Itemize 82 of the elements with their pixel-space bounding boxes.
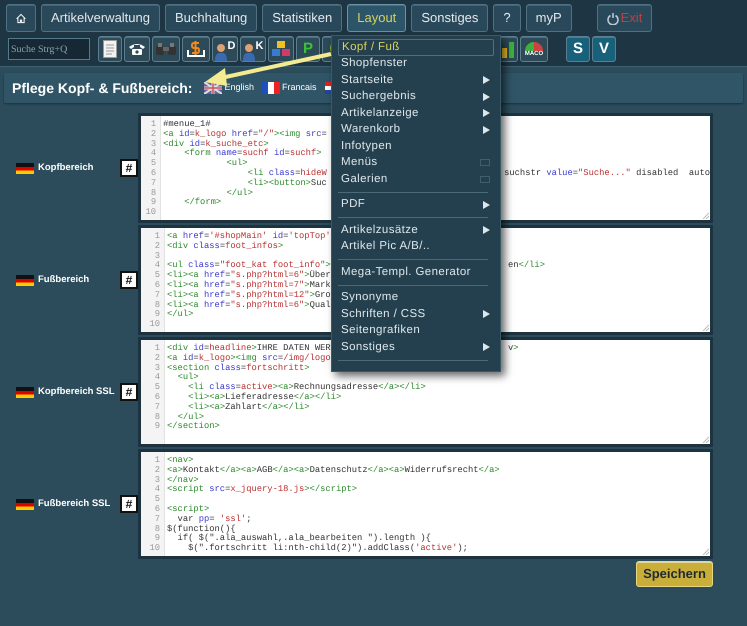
line-number: 5 — [154, 495, 160, 505]
code-line: </ul> — [178, 412, 204, 422]
code-line: <a href='#shopMain' id='topTop' — [167, 231, 331, 241]
code-line: <nav> — [167, 455, 194, 465]
code-line: #menue_1# — [163, 119, 211, 129]
code-line: <li><a>Lieferadresse</a></li> — [187, 392, 342, 402]
section-label: Fußbereich SSL — [38, 496, 112, 511]
line-number: 1 — [154, 232, 160, 242]
code-line: <li class=active><a>Rechnungsadresse</a></li> — [187, 382, 426, 392]
code-line: <div id=headline>IHRE DATEN WER — [167, 343, 331, 353]
line-number: 5 — [154, 271, 160, 281]
line-number: 9 — [154, 534, 160, 544]
code-line: <a>Kontakt</a><a>AGB</a><a>Datenschutz</a><a>Widerrufsrecht</a> — [167, 464, 500, 475]
section-label: Fußbereich — [38, 272, 90, 287]
code-line: $(".fortschritt li:nth-child(2)").addClass('active'); — [187, 543, 468, 554]
line-number: 9 — [154, 422, 160, 432]
code-line: $(function(){ — [167, 524, 236, 534]
line-number: 3 — [150, 140, 156, 149]
code-line: en</li> — [508, 260, 545, 270]
line-number: 2 — [154, 354, 160, 364]
line-number: 4 — [154, 485, 160, 495]
code-line: <section class=fortschritt> — [167, 362, 310, 373]
line-number: 8 — [154, 300, 160, 310]
line-number: 1 — [154, 344, 160, 354]
line-number: 1 — [154, 456, 160, 466]
line-number: 3 — [154, 364, 160, 373]
line-number: 7 — [154, 514, 160, 525]
code-line: <a id=k_logo><img src=/img/logo — [167, 352, 331, 363]
line-number: 5 — [154, 383, 160, 393]
code-line: </form> — [183, 197, 222, 208]
section-label: Kopfbereich SSL — [38, 384, 116, 399]
line-number: 1 — [150, 120, 156, 130]
code-line: </section> — [167, 421, 220, 432]
section-label: Kopfbereich — [38, 160, 94, 175]
code-line: <ul class="foot_kat foot_info"> — [167, 260, 331, 270]
code-line: <div id=k_suche_etc> — [163, 138, 269, 149]
line-number: 3 — [154, 476, 160, 485]
code-line: if( $(".ala_auswahl,.ala_bearbeiten ").length ){ — [176, 533, 431, 544]
code-line: <li class=hideW — [246, 168, 327, 178]
page-title: Pflege Kopf- & Fußbereich: — [12, 78, 192, 98]
line-number: 4 — [150, 149, 156, 159]
code-line: <li><button>Suc — [247, 178, 327, 188]
code-line: <li><a href="s.php?html=6">Über — [167, 270, 331, 280]
line-number: 2 — [154, 466, 160, 476]
line-number: 4 — [154, 261, 160, 271]
code-line: <div class=foot_infos> — [167, 240, 284, 251]
code-line: <li><a>Zahlart</a></li> — [187, 402, 310, 412]
line-number: 6 — [154, 280, 160, 291]
line-number: 6 — [150, 168, 156, 179]
line-number: 10 — [146, 208, 156, 218]
line-number: 8 — [154, 524, 160, 534]
code-line: <ul> — [176, 372, 199, 382]
line-number: 4 — [154, 373, 160, 383]
code-line: <script src=x_jquery-18.js></script> — [167, 484, 358, 494]
code-line: </ul> — [225, 188, 253, 198]
code-line: </nav> — [167, 474, 199, 485]
code-line: <li><a href="s.php?html=7">Mark — [167, 280, 331, 290]
line-number: 10 — [149, 544, 160, 554]
line-number: 10 — [149, 320, 160, 330]
line-number: 2 — [154, 242, 160, 252]
line-number: 6 — [154, 504, 160, 515]
code-line: <a id=k_logo href="/"><img src= — [163, 128, 327, 139]
code-line: suchstr value="Suche..." disabled auto — [504, 168, 710, 178]
line-number: 9 — [154, 310, 160, 320]
line-number: 8 — [150, 188, 156, 198]
line-number: 7 — [154, 402, 160, 413]
line-number: 2 — [150, 130, 156, 140]
code-line: v> — [508, 343, 519, 353]
code-line: <li><a href="s.php?html=6">Qual — [167, 300, 331, 310]
line-number: 9 — [150, 198, 156, 208]
line-number: 8 — [154, 412, 160, 422]
line-number: 6 — [154, 392, 160, 403]
code-line: var pp= 'ssl'; — [176, 514, 252, 524]
code-line: </ul> — [167, 309, 194, 320]
code-line: <li><a href="s.php?html=12">Gro — [167, 290, 331, 300]
code-line: <form name=suchf id=suchf> — [183, 148, 322, 158]
line-number: 7 — [154, 290, 160, 301]
line-number: 5 — [150, 159, 156, 169]
line-number: 7 — [150, 178, 156, 189]
code-line: <script> — [167, 504, 210, 514]
code-line: <ul> — [225, 158, 248, 168]
line-number: 3 — [154, 252, 160, 261]
